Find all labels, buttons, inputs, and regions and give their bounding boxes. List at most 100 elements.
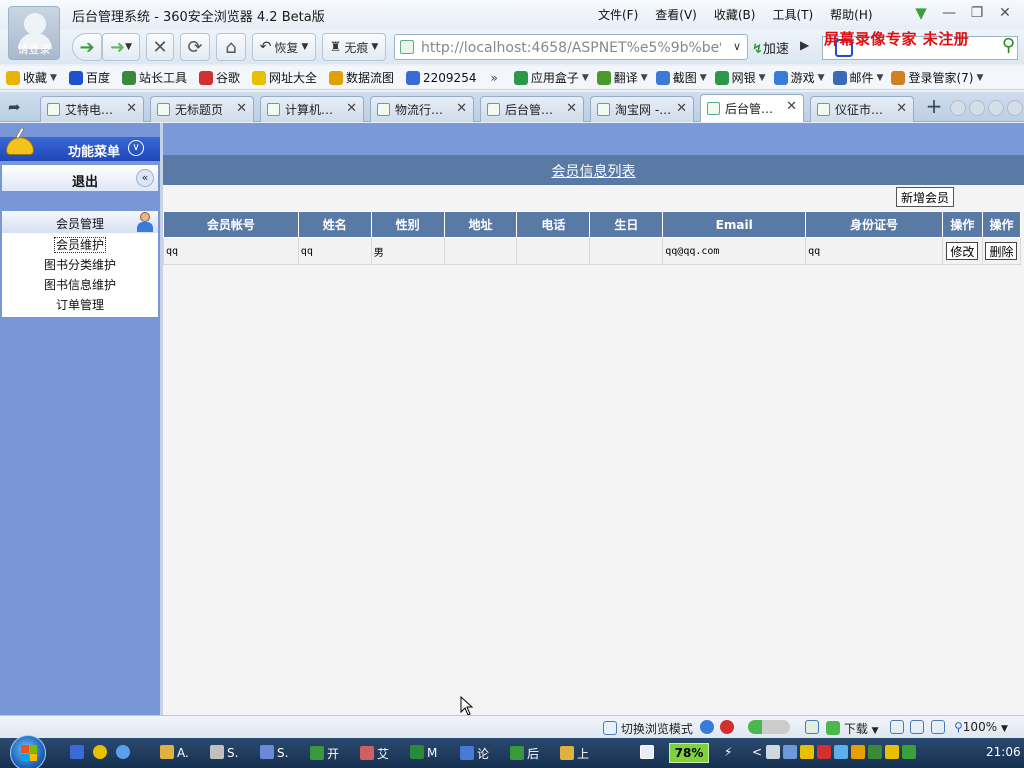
edit-button[interactable]: 修改 bbox=[946, 242, 979, 260]
menu-tools[interactable]: 工具(T) bbox=[772, 6, 813, 23]
favorites-more-icon[interactable]: » bbox=[490, 71, 497, 85]
logout-row[interactable]: 退出 « bbox=[2, 165, 158, 191]
browser-tab[interactable]: 后台管… ✕ bbox=[480, 96, 584, 122]
window-icon[interactable] bbox=[910, 720, 924, 735]
taskbar-item[interactable]: S. bbox=[260, 745, 288, 760]
favorite-6[interactable]: 2209254 bbox=[406, 70, 476, 85]
taskbar-item[interactable]: A. bbox=[160, 745, 189, 760]
taskbar-item[interactable]: 论 bbox=[460, 745, 489, 762]
memory-meter[interactable]: 78% bbox=[669, 743, 709, 763]
tab-scroll-left-icon[interactable] bbox=[950, 100, 966, 116]
start-button[interactable] bbox=[10, 735, 46, 768]
browser-tab[interactable]: 仪征市… ✕ bbox=[810, 96, 914, 122]
list-title[interactable]: 会员信息列表 bbox=[552, 161, 636, 181]
stop-button[interactable]: ✕ bbox=[146, 33, 174, 61]
home-button[interactable]: ⌂ bbox=[216, 33, 246, 61]
menu-view[interactable]: 查看(V) bbox=[655, 6, 697, 23]
logout-label[interactable]: 退出 bbox=[72, 171, 98, 190]
taskbar-item[interactable]: 后 bbox=[510, 745, 539, 762]
browser-tab[interactable]: 后台管… ✕ bbox=[700, 94, 804, 122]
download-button[interactable]: 下载 ▼ bbox=[826, 720, 879, 737]
favorite-5[interactable]: 数据流图 bbox=[329, 69, 394, 86]
menu-favorites[interactable]: 收藏(B) bbox=[714, 6, 756, 23]
forward-button[interactable]: ➜ ▼ bbox=[102, 33, 140, 61]
tab-close-icon[interactable]: ✕ bbox=[786, 99, 797, 114]
menu-help[interactable]: 帮助(H) bbox=[830, 6, 872, 23]
browser-tab[interactable]: 艾特电… ✕ bbox=[40, 96, 144, 122]
sidebar-toggle-icon[interactable]: ➦ bbox=[8, 98, 21, 116]
favorite-2[interactable]: 站长工具 bbox=[121, 69, 187, 86]
taskbar-item[interactable]: 上 bbox=[560, 745, 589, 762]
zoom-button[interactable]: ⚲100% ▼ bbox=[954, 720, 1008, 734]
tab-list-icon[interactable] bbox=[988, 100, 1004, 116]
taskbar-item[interactable]: 开 bbox=[310, 745, 339, 762]
link-book-category-maintenance[interactable]: 图书分类维护 bbox=[2, 256, 158, 273]
quicklaunch-flag-icon[interactable] bbox=[70, 745, 87, 760]
tab-close-icon[interactable]: ✕ bbox=[456, 101, 467, 116]
browser-tab[interactable]: 无标题页 ✕ bbox=[150, 96, 254, 122]
maximize-icon[interactable]: ❐ bbox=[966, 4, 988, 22]
tab-close-icon[interactable]: ✕ bbox=[126, 101, 137, 116]
toolbar-app-3[interactable]: 网银 ▼ bbox=[714, 69, 766, 86]
quicklaunch-ie-icon[interactable] bbox=[116, 745, 133, 760]
link-member-maintenance[interactable]: 会员维护 bbox=[2, 236, 158, 253]
tab-close-icon[interactable]: ✕ bbox=[676, 101, 687, 116]
browser-tab[interactable]: 淘宝网 -… ✕ bbox=[590, 96, 694, 122]
speedup-button[interactable]: ↯加速 bbox=[752, 38, 789, 57]
toggle-switch-icon[interactable] bbox=[748, 720, 790, 735]
tab-close-all-icon[interactable] bbox=[1007, 100, 1023, 116]
taskbar-item[interactable]: S. bbox=[210, 745, 238, 760]
favorite-4[interactable]: 网址大全 bbox=[251, 69, 317, 86]
login-avatar-button[interactable]: 请登录 bbox=[8, 6, 60, 60]
menu-file[interactable]: 文件(F) bbox=[598, 6, 638, 23]
toolbar-app-2[interactable]: 截图 ▼ bbox=[655, 69, 707, 86]
tab-scroll-right-icon[interactable] bbox=[969, 100, 985, 116]
link-book-info-maintenance[interactable]: 图书信息维护 bbox=[2, 276, 158, 293]
collapse-chevron-icon[interactable]: ∨ bbox=[128, 140, 144, 156]
power-plug-icon[interactable]: ⚡ bbox=[724, 745, 732, 759]
favorite-1[interactable]: 百度 bbox=[68, 69, 110, 86]
shield-icon[interactable] bbox=[720, 720, 734, 735]
quicklaunch-app-icon[interactable] bbox=[640, 745, 657, 760]
tab-close-icon[interactable]: ✕ bbox=[896, 101, 907, 116]
favorite-0[interactable]: 收藏 ▼ bbox=[6, 69, 57, 86]
address-bar[interactable]: http://localhost:4658/ASPNET%e5%9b%be%e4… bbox=[394, 34, 748, 60]
back-button[interactable]: ➔ bbox=[72, 33, 102, 61]
tab-close-icon[interactable]: ✕ bbox=[566, 101, 577, 116]
tab-close-icon[interactable]: ✕ bbox=[346, 101, 357, 116]
toolbar-app-6[interactable]: 登录管家(7) ▼ bbox=[891, 69, 983, 86]
delete-button[interactable]: 删除 bbox=[985, 242, 1018, 260]
add-member-button[interactable]: 新增会员 bbox=[896, 187, 955, 207]
link-order-management[interactable]: 订单管理 bbox=[2, 296, 158, 313]
quicklaunch-360-icon[interactable] bbox=[93, 745, 110, 760]
double-chevron-left-icon[interactable]: « bbox=[136, 169, 154, 187]
switch-mode-button[interactable]: 切换浏览模式 bbox=[603, 720, 693, 737]
refresh-button[interactable]: ⟳ bbox=[180, 33, 210, 61]
browser-tab[interactable]: 物流行… ✕ bbox=[370, 96, 474, 122]
system-clock[interactable]: 21:06 bbox=[986, 745, 1021, 759]
new-tab-button[interactable]: + bbox=[922, 96, 946, 118]
search-icon[interactable]: ⚲ bbox=[1002, 35, 1015, 56]
taskbar-item[interactable]: 艾 bbox=[360, 745, 389, 762]
traceless-button[interactable]: ♜ 无痕 ▼ bbox=[322, 33, 386, 61]
go-play-icon[interactable]: ▶ bbox=[800, 38, 809, 52]
favorite-3[interactable]: 谷歌 bbox=[198, 69, 240, 86]
ie-icon[interactable] bbox=[700, 720, 714, 735]
tab-close-icon[interactable]: ✕ bbox=[236, 101, 247, 116]
trash-icon[interactable] bbox=[890, 720, 904, 735]
tray-expand-icon[interactable]: < bbox=[752, 745, 762, 759]
screenshot-icon[interactable] bbox=[805, 720, 819, 735]
browser-tab[interactable]: 计算机… ✕ bbox=[260, 96, 364, 122]
speaker-icon[interactable] bbox=[931, 720, 945, 735]
minimize-icon[interactable]: — bbox=[938, 4, 960, 22]
toolbar-app-4[interactable]: 游戏 ▼ bbox=[773, 69, 825, 86]
toolbar-app-5[interactable]: 邮件 ▼ bbox=[832, 69, 883, 86]
toolbar-app-1[interactable]: 翻译 ▼ bbox=[596, 69, 648, 86]
skin-shirt-icon[interactable]: ▼ bbox=[910, 4, 932, 22]
group-header[interactable]: 会员管理 bbox=[2, 211, 158, 233]
toolbar-app-0[interactable]: 应用盒子 ▼ bbox=[513, 69, 589, 86]
tray-icons[interactable] bbox=[766, 745, 919, 760]
taskbar-item[interactable]: M bbox=[410, 745, 437, 760]
restore-button[interactable]: ↶ 恢复 ▼ bbox=[252, 33, 316, 61]
address-dropdown-icon[interactable]: ∨ bbox=[729, 38, 745, 56]
